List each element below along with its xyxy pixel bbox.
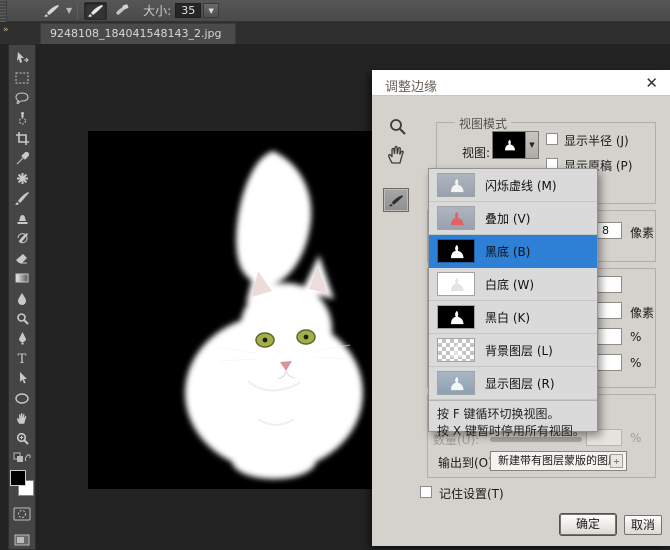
reveal-layer-thumbnail-icon bbox=[438, 372, 474, 394]
toolbox-tools: T bbox=[11, 48, 33, 448]
hand-tool-icon[interactable] bbox=[386, 145, 407, 168]
foreground-color-swatch[interactable] bbox=[10, 470, 26, 486]
view-mode-option[interactable]: 闪烁虚线 (M) bbox=[429, 169, 597, 202]
healing-brush-tool-icon[interactable] bbox=[11, 168, 33, 188]
white-cat-image bbox=[88, 131, 373, 489]
view-mode-option-label: 黑白 (K) bbox=[485, 309, 530, 326]
ok-button[interactable]: 确定 bbox=[560, 514, 616, 535]
hint-line-2: 按 X 键暂时停用所有视图。 bbox=[437, 423, 589, 440]
view-mode-option[interactable]: 黑底 (B) bbox=[429, 235, 597, 268]
view-mode-option-label: 白底 (W) bbox=[485, 276, 534, 293]
view-mode-option[interactable]: 白底 (W) bbox=[429, 268, 597, 301]
view-mode-menu-hints: 按 F 键循环切换视图。 按 X 键暂时停用所有视图。 bbox=[429, 400, 597, 446]
contrast-unit: % bbox=[630, 330, 641, 344]
tool-preset-brush-icon[interactable] bbox=[40, 2, 63, 20]
shape-tool-icon[interactable] bbox=[11, 388, 33, 408]
remember-settings-checkbox[interactable] bbox=[420, 486, 432, 498]
overlay-thumbnail-icon bbox=[438, 207, 474, 229]
lasso-tool-icon[interactable] bbox=[11, 88, 33, 108]
feather-unit: 像素 bbox=[630, 304, 654, 321]
eraser-tool-icon[interactable] bbox=[11, 248, 33, 268]
on-white-thumbnail-icon bbox=[438, 273, 474, 295]
remember-settings-label: 记住设置(T) bbox=[439, 485, 504, 502]
view-mode-option-label: 叠加 (V) bbox=[485, 210, 530, 227]
view-mode-option[interactable]: 背景图层 (L) bbox=[429, 334, 597, 367]
view-mode-menu-items: 闪烁虚线 (M) 叠加 (V) 黑底 (B) 白底 (W) 黑白 (K) 背景图层 (L)… bbox=[429, 169, 597, 400]
blur-tool-icon[interactable] bbox=[11, 288, 33, 308]
view-mode-option-label: 显示图层 (R) bbox=[485, 375, 555, 392]
chevron-down-icon[interactable]: ▼ bbox=[66, 6, 72, 15]
document-canvas[interactable] bbox=[88, 131, 373, 489]
gradient-tool-icon[interactable] bbox=[11, 268, 33, 288]
document-tab[interactable]: 9248108_184041548143_2.jpg bbox=[40, 23, 236, 44]
view-mode-menu: 闪烁虚线 (M) 叠加 (V) 黑底 (B) 白底 (W) 黑白 (K) 背景图层 (L)… bbox=[428, 168, 598, 432]
brush-size-input[interactable]: 35 bbox=[175, 3, 201, 18]
options-bar: ▼ 大小: 35 ▼ bbox=[0, 0, 670, 22]
brush-tool-icon[interactable] bbox=[11, 188, 33, 208]
view-mode-group-label: 视图模式 bbox=[455, 115, 511, 132]
refine-edge-dialog: 调整边缘 ✕ 视图模式 视图: ▼ 显示半径 (J) 显示原稿 (P) bbox=[372, 70, 670, 546]
path-select-tool-icon[interactable] bbox=[11, 368, 33, 388]
panel-collapse-icon[interactable]: » bbox=[3, 25, 8, 35]
refine-radius-brush-button[interactable] bbox=[84, 2, 107, 20]
tab-strip: » 9248108_184041548143_2.jpg bbox=[0, 22, 670, 44]
type-tool-icon[interactable]: T bbox=[11, 348, 33, 368]
output-to-value: 新建带有图层蒙版的图层 bbox=[498, 454, 619, 467]
marquee-tool-icon[interactable] bbox=[11, 68, 33, 88]
dialog-title-bar[interactable]: 调整边缘 ✕ bbox=[372, 70, 670, 96]
on-black-thumbnail-icon bbox=[438, 240, 474, 262]
view-mode-option[interactable]: 黑白 (K) bbox=[429, 301, 597, 334]
hand-tool-icon[interactable] bbox=[11, 408, 33, 428]
dodge-tool-icon[interactable] bbox=[11, 308, 33, 328]
cancel-button[interactable]: 取消 bbox=[624, 515, 662, 535]
show-radius-checkbox[interactable] bbox=[546, 133, 558, 145]
close-icon[interactable]: ✕ bbox=[645, 74, 658, 92]
view-mode-option[interactable]: 显示图层 (R) bbox=[429, 367, 597, 400]
photoshop-window: ▼ 大小: 35 ▼ » 9248108_184041548143_2.jpg … bbox=[0, 0, 670, 550]
view-mode-option-label: 黑底 (B) bbox=[485, 243, 530, 260]
show-radius-label: 显示半径 (J) bbox=[564, 132, 629, 149]
black-white-thumbnail-icon bbox=[438, 306, 474, 328]
screen-mode-icon[interactable] bbox=[11, 530, 33, 550]
view-mode-option-label: 背景图层 (L) bbox=[485, 342, 553, 359]
svg-text:T: T bbox=[18, 352, 27, 365]
view-label: 视图: bbox=[462, 144, 490, 161]
view-mode-option-label: 闪烁虚线 (M) bbox=[485, 177, 557, 194]
hint-line-1: 按 F 键循环切换视图。 bbox=[437, 406, 589, 423]
marching-ants-thumbnail-icon bbox=[438, 174, 474, 196]
quick-select-tool-icon[interactable] bbox=[11, 108, 33, 128]
separator bbox=[77, 3, 78, 19]
refine-radius-tool-button[interactable] bbox=[383, 188, 409, 212]
view-thumbnail-button[interactable] bbox=[492, 131, 526, 159]
brush-size-label: 大小: bbox=[143, 2, 171, 19]
color-swatches[interactable] bbox=[10, 470, 34, 496]
quick-mask-icon[interactable] bbox=[11, 504, 33, 524]
output-to-label: 输出到(O): bbox=[438, 454, 497, 471]
zoom-tool-icon[interactable] bbox=[389, 118, 407, 139]
radius-unit: 像素 bbox=[630, 224, 654, 241]
brush-size-dropdown-button[interactable]: ▼ bbox=[203, 3, 219, 18]
options-bar-grip bbox=[0, 0, 7, 22]
pen-tool-icon[interactable] bbox=[11, 328, 33, 348]
history-brush-tool-icon[interactable] bbox=[11, 228, 33, 248]
eyedropper-tool-icon[interactable] bbox=[11, 148, 33, 168]
select-spinner-icon: ÷ bbox=[610, 454, 623, 468]
swap-colors-icon[interactable] bbox=[11, 448, 33, 468]
clone-stamp-tool-icon[interactable] bbox=[11, 208, 33, 228]
view-dropdown-arrow[interactable]: ▼ bbox=[526, 131, 539, 159]
move-tool-icon[interactable] bbox=[11, 48, 33, 68]
dialog-title: 调整边缘 bbox=[385, 76, 437, 95]
on-layers-thumbnail-icon bbox=[438, 339, 474, 361]
erase-refinements-brush-button[interactable] bbox=[109, 2, 132, 20]
toolbox-panel: T bbox=[8, 44, 36, 550]
amount-unit: % bbox=[630, 431, 641, 445]
zoom-tool-icon[interactable] bbox=[11, 428, 33, 448]
output-to-select[interactable]: 新建带有图层蒙版的图层 ÷ bbox=[490, 451, 627, 471]
crop-tool-icon[interactable] bbox=[11, 128, 33, 148]
shift-edge-unit: % bbox=[630, 356, 641, 370]
view-mode-option[interactable]: 叠加 (V) bbox=[429, 202, 597, 235]
